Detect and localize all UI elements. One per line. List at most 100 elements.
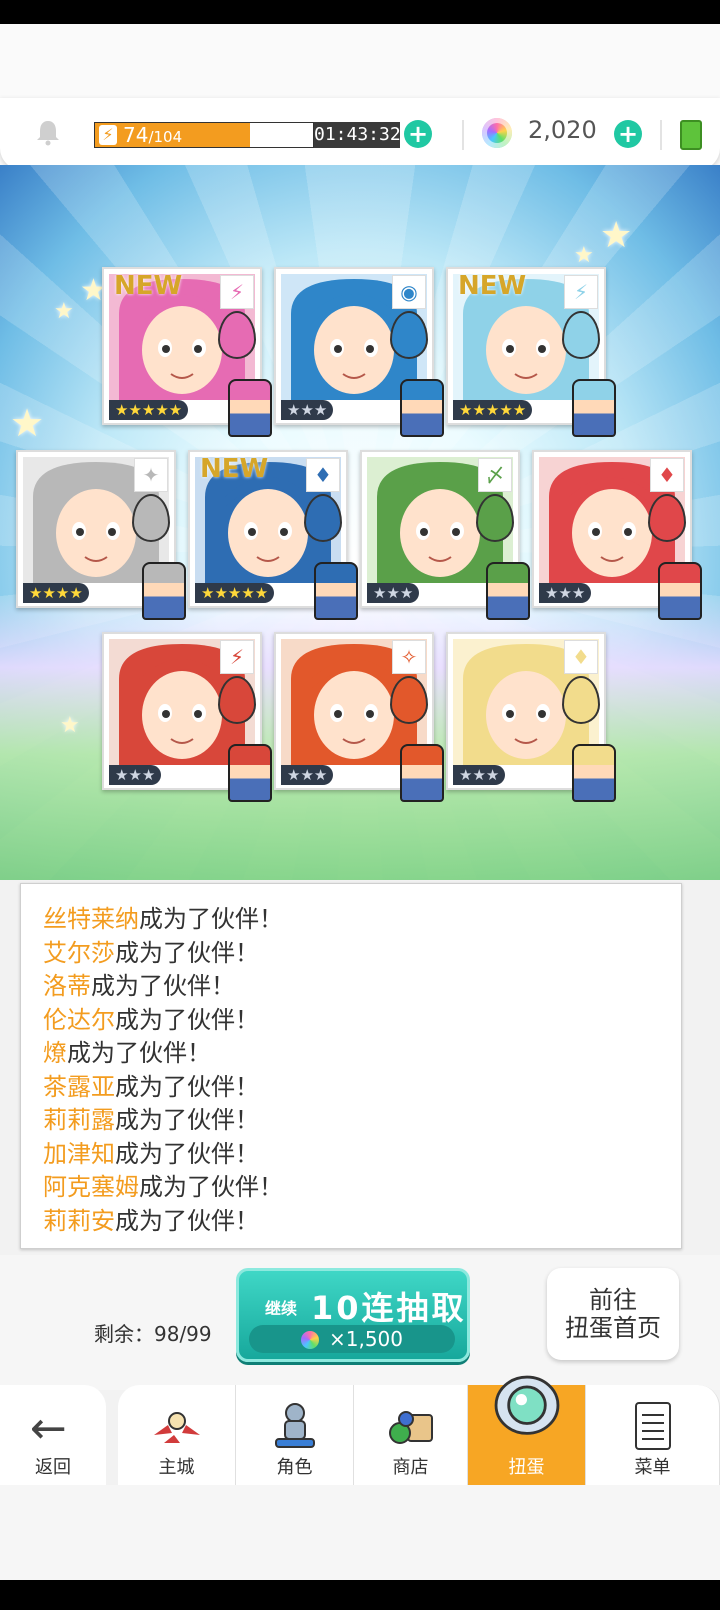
nav-label: 菜单 [634, 1457, 671, 1478]
character-name: 艾尔莎 [43, 938, 115, 967]
log-line: 丝特莱纳成为了伙伴！ [43, 902, 283, 936]
log-suffix: 成为了伙伴！ [115, 1005, 259, 1034]
stamina-timer: 01:43:32 [314, 122, 401, 148]
log-line: 伦达尔成为了伙伴！ [43, 1003, 259, 1037]
character-name: 洛蒂 [43, 972, 91, 1000]
pixel-sprite-icon [572, 379, 616, 437]
nav-label: 主城 [158, 1457, 195, 1478]
character-card[interactable]: ⚡ ★★★ [102, 632, 272, 802]
character-card[interactable]: NEW ♦ ★★★★★ [188, 450, 358, 620]
stamina-text: 74/104 [123, 123, 183, 147]
result-log[interactable]: 丝特莱纳成为了伙伴！ 艾尔莎成为了伙伴！ 洛蒂成为了伙伴！ 伦达尔成为了伙伴！ 燎成为了… [20, 883, 682, 1249]
rarity-stars: ★★★ [539, 583, 592, 603]
system-status-bar [0, 0, 720, 24]
fire-icon: ♦ [306, 458, 340, 492]
character-name: 莉莉安 [43, 1206, 115, 1235]
lightning-icon: ⚡ [220, 640, 254, 674]
rainbow-gem-icon [300, 1331, 319, 1349]
character-name: 阿克塞姆 [43, 1173, 139, 1201]
battery-icon [680, 120, 702, 150]
gacha-icon [494, 1375, 559, 1435]
character-icon [274, 1403, 315, 1448]
log-line: 加津知成为了伙伴！ [43, 1137, 259, 1171]
log-suffix: 成为了伙伴！ [91, 972, 235, 1000]
rainbow-gem-icon [482, 118, 512, 148]
character-card[interactable]: 〆 ★★★ [360, 450, 530, 620]
continue-10-pull-button[interactable]: 继续 10连抽取 ×1,500 [236, 1268, 470, 1362]
log-suffix: 成为了伙伴！ [139, 1173, 283, 1201]
resource-hud: ⚡ 74/104 01:43:32 + 2,020 + [0, 98, 720, 170]
log-suffix: 成为了伙伴！ [115, 1139, 259, 1168]
character-card[interactable]: ✦ ★★★★ [16, 450, 186, 620]
remaining-count: 剩余：98/99 [94, 1322, 212, 1346]
star-decoration: ★ [600, 215, 633, 256]
star-decoration: ★ [10, 401, 45, 445]
add-stamina-button[interactable]: + [404, 120, 432, 148]
pixel-sprite-icon [228, 744, 272, 802]
pixel-sprite-icon [486, 562, 530, 620]
new-tag: NEW [114, 271, 183, 301]
go-home-line-1: 前往 [589, 1286, 637, 1314]
castle-icon [153, 1412, 200, 1443]
add-gems-button[interactable]: + [614, 120, 642, 148]
log-suffix: 成为了伙伴！ [115, 938, 259, 967]
rarity-stars: ★★★★ [23, 583, 89, 603]
dark-icon: ✦ [134, 458, 168, 492]
rarity-stars: ★★★★★ [109, 400, 189, 420]
stamina-empty [249, 123, 313, 147]
bell-icon[interactable] [34, 118, 62, 146]
character-card[interactable]: NEW ⚡ ★★★★★ [102, 267, 272, 437]
pull-cost: ×1,500 [249, 1325, 455, 1353]
wind-icon: 〆 [478, 458, 512, 492]
water-icon: ◉ [392, 275, 426, 309]
character-card[interactable]: ♦ ★★★ [446, 632, 616, 802]
nav-character[interactable]: 角色 [236, 1385, 354, 1485]
continue-label: 继续 [265, 1299, 298, 1318]
pixel-sprite-icon [400, 379, 444, 437]
go-home-line-2: 扭蛋首页 [565, 1314, 661, 1342]
log-line: 莉莉露成为了伙伴！ [43, 1103, 259, 1137]
log-line: 阿克塞姆成为了伙伴！ [43, 1170, 283, 1204]
fire-icon: ♦ [564, 640, 598, 674]
log-suffix: 成为了伙伴！ [115, 1072, 259, 1101]
character-name: 加津知 [43, 1139, 115, 1168]
character-card[interactable]: ✧ ★★★ [274, 632, 444, 802]
character-name: 燎 [43, 1039, 67, 1067]
pull-label: 10连抽取 [311, 1289, 467, 1327]
rarity-stars: ★★★★★ [195, 583, 275, 603]
go-gacha-home-button[interactable]: 前往 扭蛋首页 [547, 1268, 679, 1360]
pixel-sprite-icon [142, 562, 186, 620]
character-card[interactable]: NEW ⚡ ★★★★★ [446, 267, 616, 437]
character-card[interactable]: ◉ ★★★ [274, 267, 444, 437]
rarity-stars: ★★★ [453, 765, 506, 785]
nav-shop[interactable]: 商店 [354, 1385, 468, 1485]
log-line: 洛蒂成为了伙伴！ [43, 969, 235, 1003]
new-tag: NEW [458, 271, 527, 301]
log-suffix: 成为了伙伴！ [115, 1206, 259, 1235]
log-line: 莉莉安成为了伙伴！ [43, 1204, 259, 1238]
rarity-stars: ★★★ [367, 583, 420, 603]
light-icon: ✧ [392, 640, 426, 674]
nav-castle[interactable]: 主城 [118, 1385, 236, 1485]
nav-gacha[interactable]: 扭蛋 [468, 1375, 586, 1485]
character-card[interactable]: ♦ ★★★ [532, 450, 702, 620]
nav-menu[interactable]: 菜单 [586, 1385, 720, 1485]
nav-label: 扭蛋 [508, 1457, 545, 1478]
pixel-sprite-icon [658, 562, 702, 620]
rarity-stars: ★★★ [281, 765, 334, 785]
log-suffix: 成为了伙伴！ [67, 1039, 211, 1067]
pixel-sprite-icon [228, 379, 272, 437]
bolt-icon: ⚡ [99, 125, 117, 145]
rarity-stars: ★★★ [109, 765, 162, 785]
pixel-sprite-icon [572, 744, 616, 802]
character-name: 莉莉露 [43, 1106, 115, 1134]
log-line: 艾尔莎成为了伙伴！ [43, 936, 259, 970]
nav-label: 角色 [276, 1457, 313, 1478]
lightning-icon: ⚡ [564, 275, 598, 309]
gacha-result-banner: ★ ★ ★ ★ ★ ★ NEW ⚡ ★★★★★ ◉ ★★★ NEW ⚡ ★★★★★ ✦ ★★★★ N… [0, 165, 720, 880]
rarity-stars: ★★★ [281, 400, 334, 420]
divider [660, 120, 662, 150]
star-decoration: ★ [574, 243, 594, 268]
system-nav-bar [0, 1580, 720, 1610]
stamina-bar: ⚡ 74/104 [94, 122, 314, 148]
